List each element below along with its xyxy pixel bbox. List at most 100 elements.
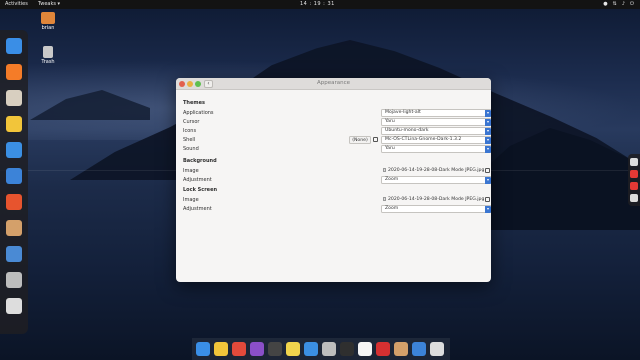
file-name: 2020-06-14-19-28-08-Dark Mode JPEG.jpg [388, 168, 485, 173]
dropdown-value: Mc-OS-CTLina-Gnome-Dark-1.3.2 [385, 137, 462, 142]
shell-theme-dropdown[interactable]: Mc-OS-CTLina-Gnome-Dark-1.3.2 ▾ [381, 136, 491, 144]
row-cursor: Cursor Yaru ▾ [183, 118, 491, 126]
sound-theme-dropdown[interactable]: Yaru ▾ [381, 145, 491, 153]
chevron-down-icon: ▾ [485, 177, 491, 184]
video-camera-icon[interactable] [630, 182, 638, 190]
shell-none-button[interactable]: (None) [349, 136, 371, 144]
image-file-icon [383, 196, 386, 201]
chevron-down-icon: ▾ [485, 206, 491, 213]
dock-left [0, 30, 28, 334]
system-tray[interactable]: ● ⇅ ♪ ⏻ [603, 1, 634, 7]
archive-icon[interactable] [394, 342, 408, 356]
image-viewer-icon[interactable] [250, 342, 264, 356]
folder-open-icon [485, 197, 490, 202]
activities-button[interactable]: Activities [5, 1, 28, 7]
section-heading-lock-screen: Lock Screen [183, 187, 218, 193]
chevron-down-icon: ▾ [485, 146, 491, 153]
lock-adjustment-dropdown[interactable]: Zoom ▾ [381, 205, 491, 213]
help-icon[interactable] [6, 194, 22, 210]
chevron-down-icon: ▾ [485, 128, 491, 135]
software-center-icon[interactable] [412, 342, 426, 356]
background-adjustment-dropdown[interactable]: Zoom ▾ [381, 176, 491, 184]
thunderbird-icon[interactable] [6, 38, 22, 54]
row-applications: Applications Mojave-light-alt ▾ [183, 109, 491, 117]
dropdown-value: Zoom [385, 177, 399, 182]
camera-icon[interactable] [630, 158, 638, 166]
icons-theme-dropdown[interactable]: Ubuntu-mono-dark ▾ [381, 127, 491, 135]
window-title: Appearance [316, 80, 351, 86]
row-label: Image [183, 197, 199, 203]
power-icon[interactable]: ⏻ [630, 1, 634, 7]
archive-icon[interactable] [6, 220, 22, 236]
row-background-adjustment: Adjustment Zoom ▾ [183, 176, 491, 184]
row-background-image: Image 2020-06-14-19-28-08-Dark Mode JPEG… [183, 167, 490, 175]
row-sound: Sound Yaru ▾ [183, 145, 491, 153]
software-center-icon[interactable] [6, 168, 22, 184]
row-label: Applications [183, 110, 214, 116]
documents-icon[interactable] [358, 342, 372, 356]
image-file-icon [383, 167, 386, 172]
section-heading-background: Background [183, 158, 217, 164]
lock-image-picker[interactable]: 2020-06-14-19-28-08-Dark Mode JPEG.jpg [381, 196, 491, 204]
tweaks-window: ‹ Appearance Themes Applications Mojave-… [176, 78, 491, 282]
libreoffice-writer-icon[interactable] [6, 142, 22, 158]
desktop-icon-home[interactable]: brian [36, 12, 60, 31]
thunderbird-icon[interactable] [196, 342, 210, 356]
section-heading-themes: Themes [183, 100, 205, 106]
notes-icon[interactable] [286, 342, 300, 356]
show-apps-icon[interactable] [430, 342, 444, 356]
row-label: Icons [183, 128, 197, 134]
firefox-icon[interactable] [6, 64, 22, 80]
window-titlebar[interactable]: ‹ Appearance [176, 78, 491, 90]
dock-bottom [192, 338, 450, 360]
row-lock-image: Image 2020-06-14-19-28-08-Dark Mode JPEG… [183, 196, 490, 204]
files-icon[interactable] [6, 90, 22, 106]
screen-recorder-icon[interactable]: ● [603, 1, 607, 7]
dropdown-value: Mojave-light-alt [385, 110, 421, 115]
chevron-down-icon: ▾ [485, 137, 491, 144]
screen-recorder-icon[interactable] [376, 342, 390, 356]
record-icon[interactable] [630, 170, 638, 178]
row-label: Cursor [183, 119, 200, 125]
gear-icon[interactable] [630, 194, 638, 202]
video-icon[interactable] [268, 342, 282, 356]
trash-dock-icon[interactable] [6, 272, 22, 288]
cursor-theme-dropdown[interactable]: Yaru ▾ [381, 118, 491, 126]
desktop-icon-trash[interactable]: Trash [36, 46, 60, 65]
dropdown-value: Ubuntu-mono-dark [385, 128, 429, 133]
appearance-panel: Themes Applications Mojave-light-alt ▾ C… [176, 90, 491, 282]
lock-icon [373, 137, 378, 142]
dropdown-value: Zoom [385, 206, 399, 211]
dropdown-value: Yaru [385, 119, 395, 124]
row-lock-adjustment: Adjustment Zoom ▾ [183, 205, 491, 213]
app-menu-button[interactable]: Tweaks ▾ [38, 1, 60, 7]
show-apps-icon[interactable] [6, 298, 22, 314]
trash-icon [43, 46, 53, 58]
folder-icon [41, 12, 55, 24]
trash-dock-icon[interactable] [322, 342, 336, 356]
file-name: 2020-06-14-19-28-08-Dark Mode JPEG.jpg [388, 197, 485, 202]
desktop-icon-label: brian [41, 25, 55, 31]
row-label: Adjustment [183, 177, 212, 183]
volume-icon[interactable]: ♪ [622, 1, 625, 7]
desktop-icon-label: Trash [41, 59, 55, 65]
clock[interactable]: 14 : 19 : 31 [300, 1, 335, 7]
chevron-down-icon: ▾ [485, 119, 491, 126]
row-label: Shell [183, 137, 196, 143]
chrome-icon[interactable] [232, 342, 246, 356]
row-shell: Shell (None) Mc-OS-CTLina-Gnome-Dark-1.3… [183, 136, 491, 144]
chevron-down-icon: ▾ [485, 110, 491, 117]
document-viewer-icon[interactable] [6, 246, 22, 262]
top-bar: Activities Tweaks ▾ 14 : 19 : 31 ● ⇅ ♪ ⏻ [0, 0, 640, 9]
rhythmbox-icon[interactable] [6, 116, 22, 132]
row-label: Image [183, 168, 199, 174]
network-icon[interactable]: ⇅ [613, 1, 617, 7]
row-icons: Icons Ubuntu-mono-dark ▾ [183, 127, 491, 135]
terminal-icon[interactable] [340, 342, 354, 356]
dropdown-value: Yaru [385, 146, 395, 151]
background-image-picker[interactable]: 2020-06-14-19-28-08-Dark Mode JPEG.jpg [381, 167, 491, 175]
applications-theme-dropdown[interactable]: Mojave-light-alt ▾ [381, 109, 491, 117]
row-label: Sound [183, 146, 199, 152]
folder-icon[interactable] [304, 342, 318, 356]
rhythmbox-icon[interactable] [214, 342, 228, 356]
